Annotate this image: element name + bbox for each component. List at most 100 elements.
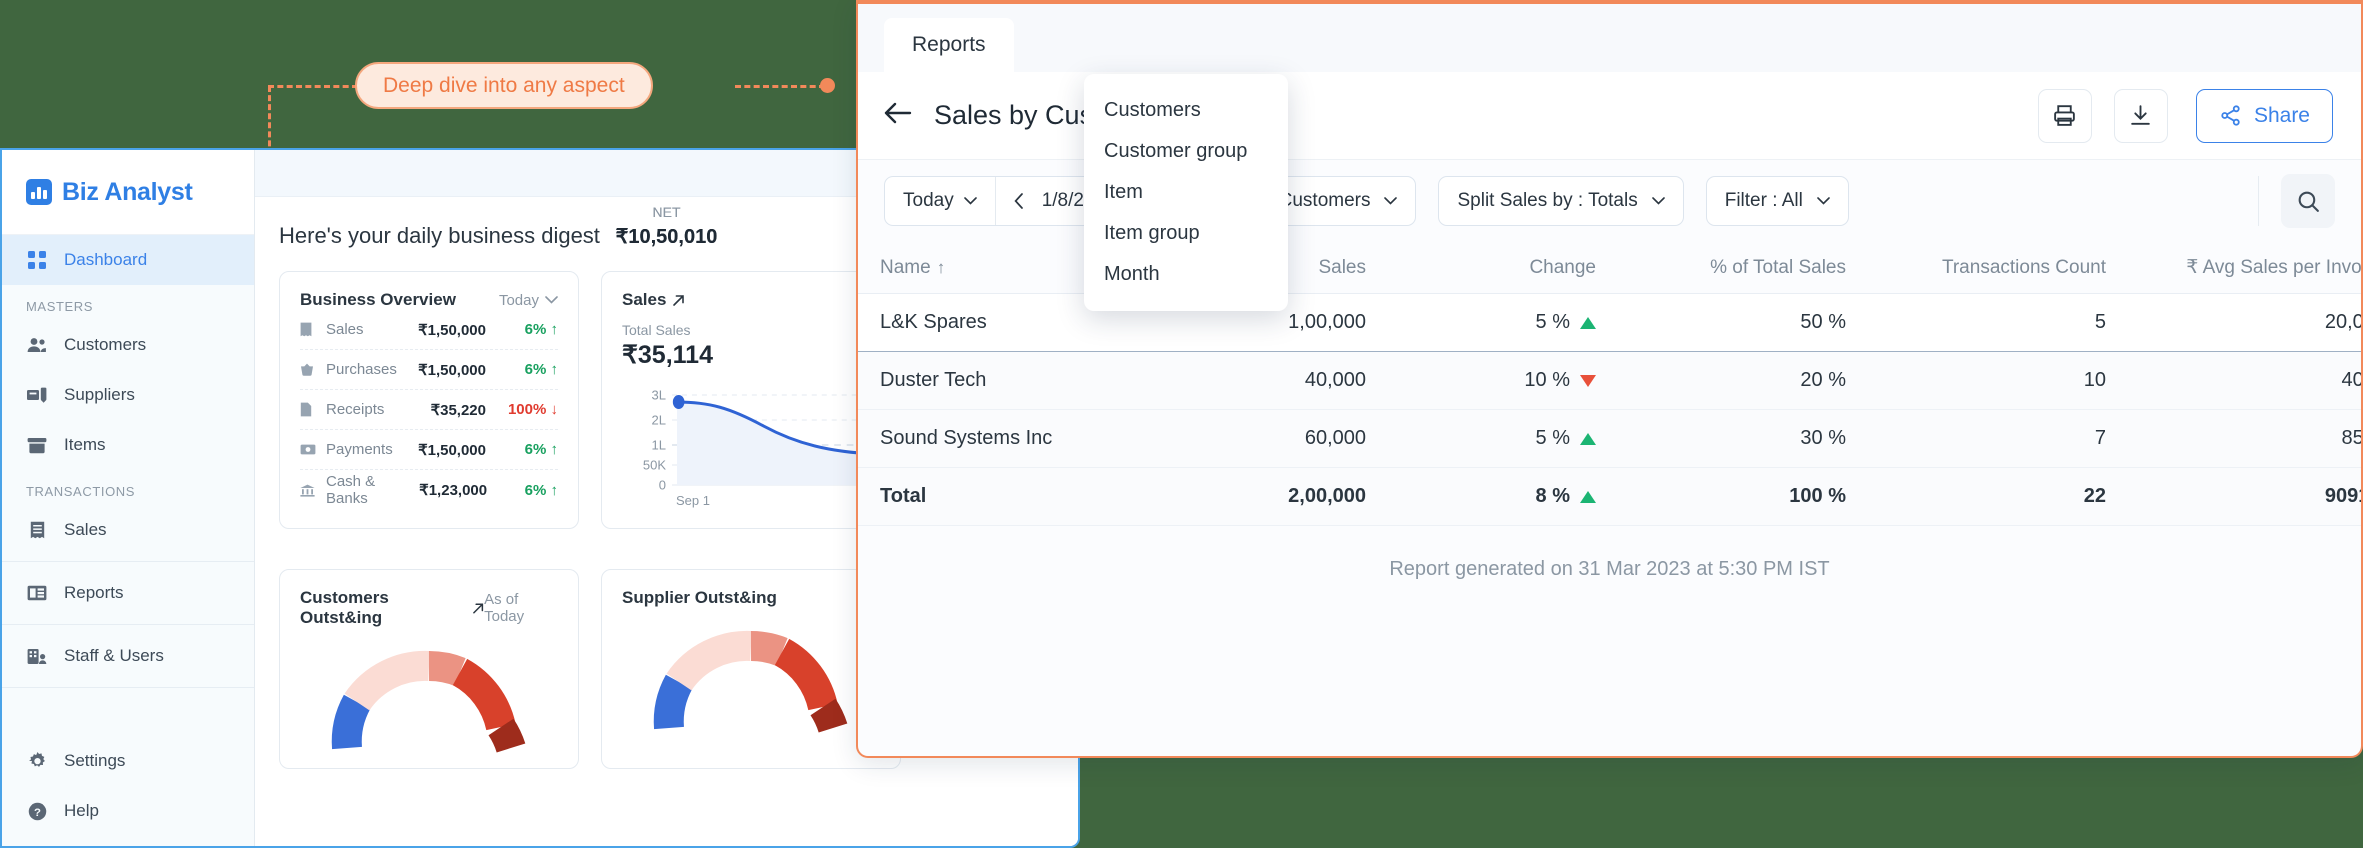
dropdown-item-month[interactable]: Month xyxy=(1084,254,1288,295)
cell-sales: 60,000 xyxy=(1148,409,1388,468)
sidebar-item-customers[interactable]: Customers xyxy=(2,320,254,370)
row-value: ₹1,50,000 xyxy=(418,361,486,379)
row-value: ₹1,50,000 xyxy=(418,321,486,339)
back-arrow-icon[interactable] xyxy=(884,102,912,130)
cell-change: 5 % xyxy=(1388,293,1618,352)
sidebar: Biz Analyst Dashboard MASTERS Customers xyxy=(2,150,255,846)
sidebar-divider xyxy=(2,624,254,625)
split-sales-by-select[interactable]: Split Sales by : Totals xyxy=(1438,176,1684,226)
column-header-pct-total-sales[interactable]: % of Total Sales xyxy=(1618,242,1868,294)
cell-avg-sales: 20,000 xyxy=(2128,293,2361,352)
row-label: Receipts xyxy=(326,401,385,418)
sales-total-label: Total Sales xyxy=(622,322,691,338)
external-link-icon xyxy=(673,294,685,306)
table-row[interactable]: Duster Tech 40,000 10 % 20 % 10 4000 xyxy=(858,351,2361,410)
help-icon: ? xyxy=(26,802,48,821)
cell-name: Duster Tech xyxy=(858,351,1148,410)
column-header-change[interactable]: Change xyxy=(1388,242,1618,294)
print-icon[interactable] xyxy=(2037,88,2092,143)
row-label: Cash & Banks xyxy=(326,473,376,507)
sidebar-item-dashboard[interactable]: Dashboard xyxy=(2,235,254,285)
business-overview-title: Business Overview xyxy=(300,290,456,309)
people-icon xyxy=(26,337,48,353)
cell-avg-sales: 8571 xyxy=(2128,409,2361,468)
table-row[interactable]: Sound Systems Inc 60,000 5 % 30 % 7 8571 xyxy=(858,409,2361,468)
sales-total-value: ₹35,114 xyxy=(622,341,713,369)
receipt-icon xyxy=(300,322,326,337)
sidebar-item-reports[interactable]: Reports xyxy=(2,568,254,618)
trend-up-icon xyxy=(1580,490,1596,503)
cell-change: 10 % xyxy=(1388,351,1618,410)
supplier-outstanding-gauge xyxy=(651,624,851,734)
sidebar-item-suppliers[interactable]: Suppliers xyxy=(2,370,254,420)
column-header-avg-sales-per-invoice[interactable]: ₹ Avg Sales per Invoice xyxy=(2128,242,2361,294)
column-header-transactions-count[interactable]: Transactions Count xyxy=(1868,242,2128,294)
sidebar-item-sales[interactable]: Sales xyxy=(2,505,254,555)
row-change: 6% ↑ xyxy=(524,441,558,458)
sidebar-item-label: Reports xyxy=(64,583,124,602)
business-overview-row: Cash & Banks ₹1,23,000 6% ↑ xyxy=(300,470,558,510)
row-value: ₹35,220 xyxy=(430,401,486,419)
sidebar-group-transactions-title: TRANSACTIONS xyxy=(26,484,136,499)
cell-change: 8 % xyxy=(1388,467,1618,526)
cell-sales: 2,00,000 xyxy=(1148,467,1388,526)
share-label: Share xyxy=(2253,103,2310,127)
sidebar-item-items[interactable]: Items xyxy=(2,420,254,470)
sort-asc-icon: ↑ xyxy=(936,257,946,277)
business-overview-row: Sales ₹1,50,000 6% ↑ xyxy=(300,310,558,350)
row-change: 6% ↑ xyxy=(524,481,558,499)
business-overview-header: Business Overview Today xyxy=(300,290,558,310)
dropdown-item-customer-group[interactable]: Customer group xyxy=(1084,131,1288,172)
cell-tx-count: 10 xyxy=(1868,351,2128,410)
period-select[interactable]: Today xyxy=(885,177,995,225)
sidebar-item-label: Help xyxy=(64,801,99,820)
row-label: Purchases xyxy=(326,361,397,378)
supplier-outstanding-title: Supplier Outst&ing xyxy=(622,588,777,607)
dropdown-item-customers[interactable]: Customers xyxy=(1084,90,1288,131)
y-tick: 50K xyxy=(642,457,666,473)
cell-pct-total: 100 % xyxy=(1618,467,1868,526)
business-overview-row: Payments ₹1,50,000 6% ↑ xyxy=(300,430,558,470)
dropdown-item-item-group[interactable]: Item group xyxy=(1084,213,1288,254)
business-overview-row: Purchases ₹1,50,000 6% ↑ xyxy=(300,350,558,390)
sidebar-divider xyxy=(2,687,254,688)
sales-card-title: Sales xyxy=(622,290,685,310)
sales-chart-y-axis: 3L 2L 1L 50K 0 xyxy=(622,382,666,492)
sidebar-item-help[interactable]: ? Help xyxy=(2,786,254,836)
modal-tabbar: Reports xyxy=(858,4,2361,72)
search-button[interactable] xyxy=(2281,174,2335,228)
receipt-icon xyxy=(26,521,48,539)
y-tick: 2L xyxy=(651,412,666,428)
tab-reports[interactable]: Reports xyxy=(884,18,1014,72)
doc-icon xyxy=(300,402,326,417)
chevron-left-icon[interactable] xyxy=(1014,193,1024,209)
download-icon[interactable] xyxy=(2113,88,2168,143)
group-by-dropdown-menu: Customers Customer group Item Item group… xyxy=(1084,74,1288,311)
business-overview-card: Business Overview Today Sales ₹1,50,000 … xyxy=(279,271,579,529)
brand-name: Biz Analyst xyxy=(62,177,193,206)
staff-icon xyxy=(26,648,48,665)
search-icon xyxy=(2298,191,2319,212)
row-label: Sales xyxy=(326,321,364,338)
filter-select[interactable]: Filter : All xyxy=(1705,176,1849,226)
supplier-outstanding-header: Supplier Outst&ing xyxy=(622,588,880,608)
sidebar-item-settings[interactable]: Settings xyxy=(2,736,254,786)
sidebar-item-staff-users[interactable]: Staff & Users xyxy=(2,631,254,681)
customers-outstanding-header: Customers Outst&ing As of Today xyxy=(300,588,558,628)
dropdown-item-item[interactable]: Item xyxy=(1084,172,1288,213)
cell-change: 5 % xyxy=(1388,409,1618,468)
business-overview-period-select[interactable]: Today xyxy=(499,292,558,309)
sidebar-group-masters-title: MASTERS xyxy=(26,299,94,314)
sidebar-item-label: Settings xyxy=(64,751,126,770)
annotation-connector-left xyxy=(268,85,358,88)
cell-pct-total: 50 % xyxy=(1618,293,1868,352)
report-modal: Reports Sales by Customer Share Today 1/… xyxy=(856,0,2363,758)
filterbar-divider xyxy=(2258,176,2259,226)
annotation-connector-right xyxy=(735,85,825,88)
share-button[interactable]: Share xyxy=(2195,88,2333,143)
annotation-label: Deep dive into any aspect xyxy=(355,62,653,109)
sidebar-item-label: Suppliers xyxy=(64,385,135,404)
annotation-endpoint-dot xyxy=(820,78,835,93)
external-link-icon xyxy=(472,602,483,614)
trend-up-icon xyxy=(1580,432,1596,445)
